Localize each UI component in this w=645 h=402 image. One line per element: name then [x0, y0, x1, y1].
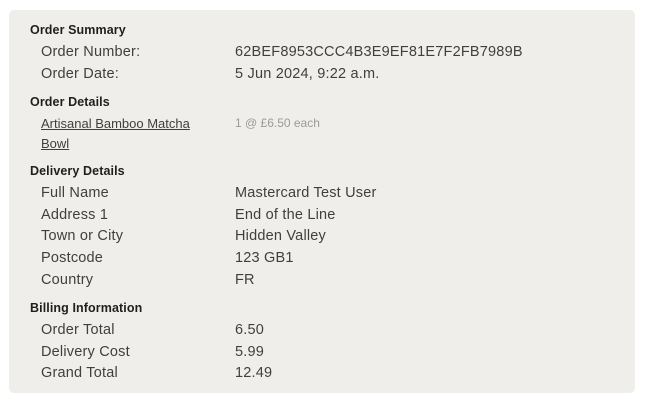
product-link[interactable]: Artisanal Bamboo Matcha Bowl — [41, 114, 221, 154]
order-date-value: 5 Jun 2024, 9:22 a.m. — [235, 66, 380, 82]
address-1-value: End of the Line — [235, 207, 336, 223]
order-confirmation-card: Order Summary Order Number: 62BEF8953CCC… — [9, 10, 635, 393]
order-summary-heading: Order Summary — [30, 23, 126, 37]
delivery-cost-label: Delivery Cost — [41, 344, 130, 360]
order-total-label: Order Total — [41, 322, 115, 338]
grand-total-value: 12.49 — [235, 365, 273, 381]
order-date-label: Order Date: — [41, 66, 119, 82]
order-number-label: Order Number: — [41, 44, 141, 60]
grand-total-label: Grand Total — [41, 365, 118, 381]
billing-information-heading: Billing Information — [30, 301, 143, 315]
order-total-value: 6.50 — [235, 322, 265, 338]
country-label: Country — [41, 272, 94, 288]
postcode-value: 123 GB1 — [235, 250, 294, 266]
delivery-details-heading: Delivery Details — [30, 164, 125, 178]
order-number-value: 62BEF8953CCC4B3E9EF81E7F2FB7989B — [235, 44, 523, 60]
delivery-cost-value: 5.99 — [235, 344, 265, 360]
full-name-label: Full Name — [41, 185, 109, 201]
town-city-value: Hidden Valley — [235, 228, 326, 244]
country-value: FR — [235, 272, 255, 288]
product-quantity-price: 1 @ £6.50 each — [235, 116, 320, 130]
order-details-heading: Order Details — [30, 95, 110, 109]
full-name-value: Mastercard Test User — [235, 185, 377, 201]
town-city-label: Town or City — [41, 228, 124, 244]
postcode-label: Postcode — [41, 250, 104, 266]
address-1-label: Address 1 — [41, 207, 109, 223]
